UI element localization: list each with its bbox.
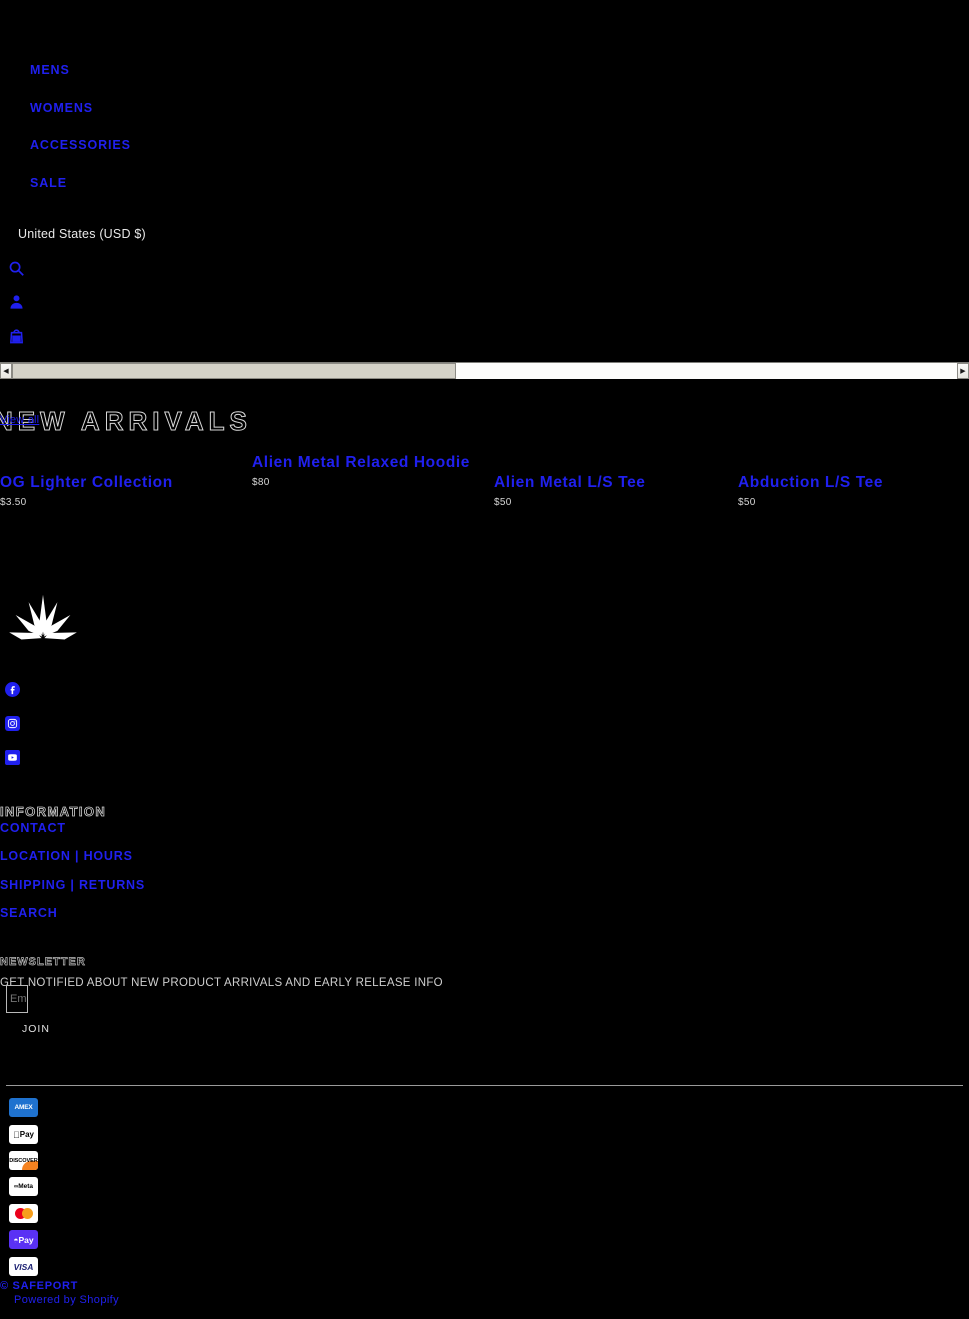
footer-link-search[interactable]: SEARCH bbox=[0, 906, 58, 920]
shop-pay-icon: ◓ Pay bbox=[9, 1230, 38, 1249]
nav-item-womens[interactable]: WOMENS bbox=[0, 90, 400, 128]
product-card[interactable]: Abduction L/S Tee $50 bbox=[738, 472, 968, 508]
footer-divider bbox=[6, 1085, 963, 1086]
product-title[interactable]: Alien Metal L/S Tee bbox=[494, 472, 724, 493]
account-icon[interactable] bbox=[8, 292, 26, 310]
product-title[interactable]: Abduction L/S Tee bbox=[738, 472, 968, 493]
product-price: $3.50 bbox=[0, 497, 27, 508]
product-title[interactable]: OG Lighter Collection bbox=[0, 472, 240, 493]
instagram-icon[interactable] bbox=[5, 716, 20, 731]
footer-link-shipping-returns[interactable]: SHIPPING | RETURNS bbox=[0, 878, 145, 892]
visa-icon: VISA bbox=[9, 1257, 38, 1276]
apple-pay-icon: Pay bbox=[9, 1125, 38, 1144]
newsletter-email-input[interactable] bbox=[6, 985, 28, 1013]
copyright-text: © SAFEPORT bbox=[0, 1280, 79, 1292]
view-all-link[interactable]: View all bbox=[0, 414, 39, 426]
product-price: $50 bbox=[738, 497, 756, 508]
powered-by-shopify-link[interactable]: Powered by Shopify bbox=[14, 1294, 119, 1306]
product-title[interactable]: Alien Metal Relaxed Hoodie bbox=[252, 452, 482, 473]
nav-item-sale[interactable]: SALE bbox=[0, 165, 400, 203]
discover-icon: DISCOVER bbox=[9, 1151, 38, 1170]
footer-information-heading: INFORMATION bbox=[0, 804, 107, 820]
facebook-icon[interactable] bbox=[5, 682, 20, 697]
safeport-sunburst-logo bbox=[6, 592, 80, 664]
page-root: MENS WOMENS ACCESSORIES SALE United Stat… bbox=[0, 0, 969, 1319]
scrollbar-thumb[interactable] bbox=[12, 363, 457, 379]
footer-link-contact[interactable]: CONTACT bbox=[0, 821, 66, 835]
footer-newsletter-heading: NEWSLETTER bbox=[0, 956, 86, 969]
product-card[interactable]: Alien Metal L/S Tee $50 bbox=[494, 472, 724, 508]
country-currency-selector[interactable]: United States (USD $) bbox=[18, 227, 146, 241]
product-price: $50 bbox=[494, 497, 512, 508]
scrollbar-left-arrow[interactable]: ◀ bbox=[0, 363, 12, 379]
scrollbar-track[interactable] bbox=[12, 363, 957, 379]
scrollbar-right-arrow[interactable]: ▶ bbox=[957, 363, 969, 379]
main-navigation: MENS WOMENS ACCESSORIES SALE bbox=[0, 52, 400, 202]
mastercard-icon bbox=[9, 1204, 38, 1223]
product-card[interactable]: Alien Metal Relaxed Hoodie $80 bbox=[252, 452, 482, 488]
product-price: $80 bbox=[252, 477, 270, 488]
newsletter-join-button[interactable]: JOIN bbox=[22, 1023, 50, 1035]
amex-icon: AMEX bbox=[9, 1098, 38, 1117]
newsletter-description: GET NOTIFIED ABOUT NEW PRODUCT ARRIVALS … bbox=[0, 976, 443, 989]
search-icon[interactable] bbox=[8, 259, 26, 277]
horizontal-scrollbar[interactable]: ◀ ▶ bbox=[0, 362, 969, 379]
meta-pay-icon: ∞ Meta bbox=[9, 1177, 38, 1196]
mastercard-yellow-circle bbox=[21, 1208, 33, 1219]
product-card[interactable]: OG Lighter Collection $3.50 bbox=[0, 472, 240, 508]
nav-item-accessories[interactable]: ACCESSORIES bbox=[0, 127, 400, 165]
youtube-icon[interactable] bbox=[5, 750, 20, 765]
footer-link-location-hours[interactable]: LOCATION | HOURS bbox=[0, 849, 133, 863]
cart-icon[interactable] bbox=[8, 326, 26, 344]
nav-item-mens[interactable]: MENS bbox=[0, 52, 400, 90]
